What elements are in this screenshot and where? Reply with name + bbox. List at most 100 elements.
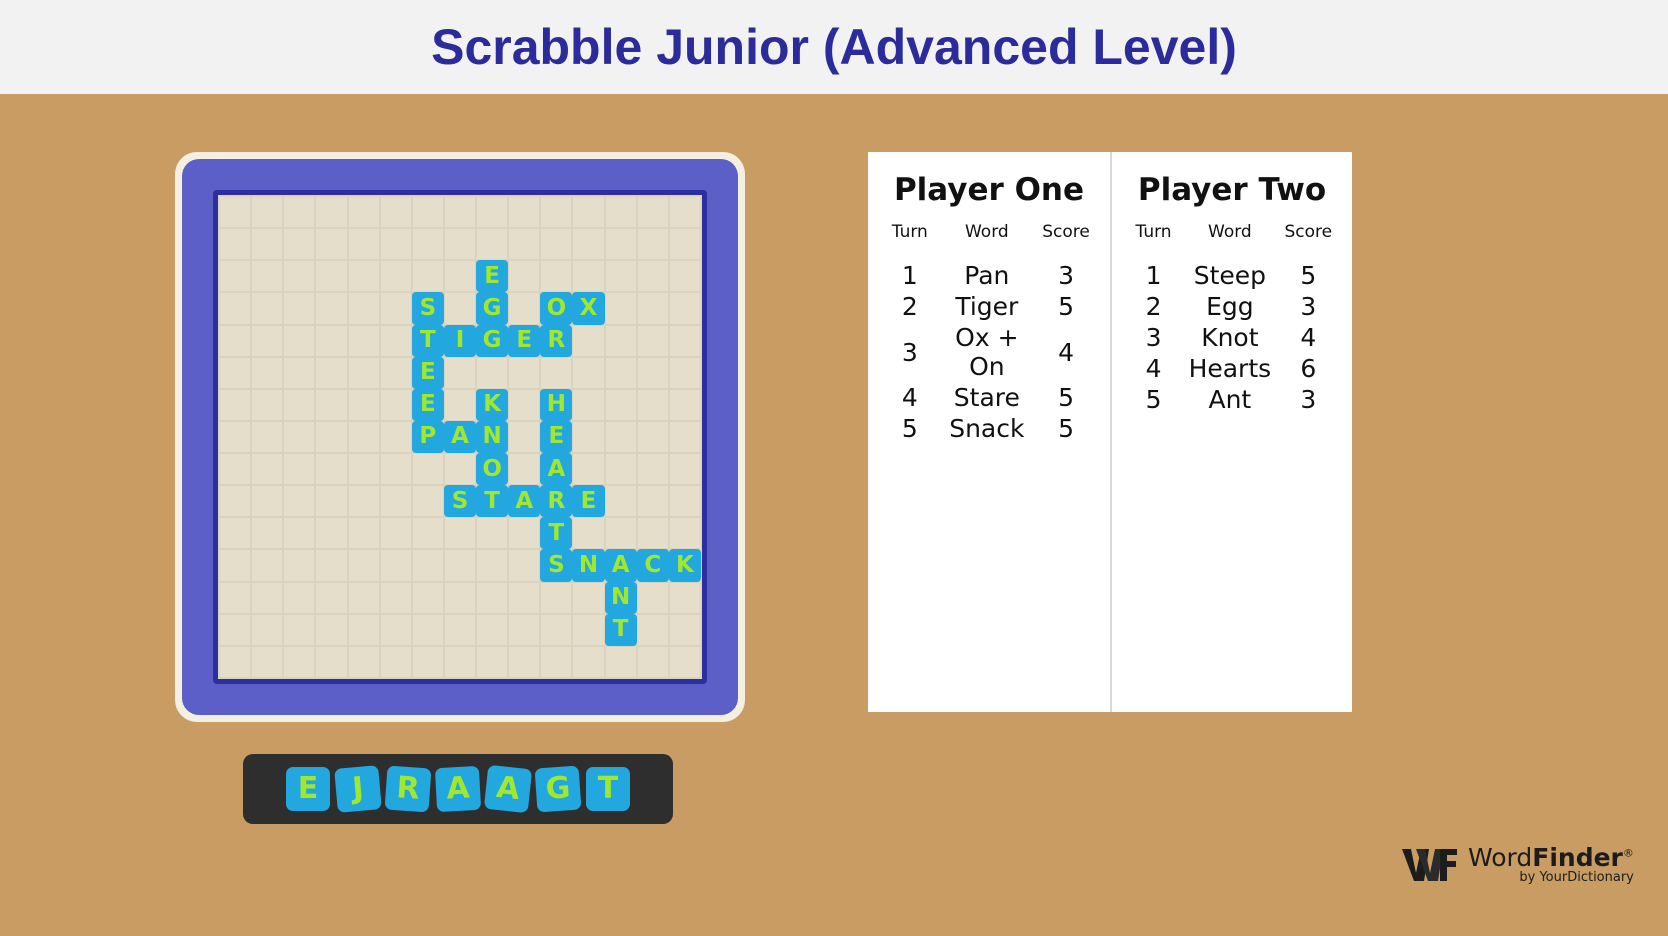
board-cell[interactable] — [573, 357, 604, 388]
board-cell[interactable] — [220, 454, 251, 485]
board-cell[interactable] — [348, 550, 379, 581]
board-cell[interactable] — [412, 229, 443, 260]
board-tile[interactable]: I — [443, 324, 477, 357]
board-cell[interactable] — [380, 454, 411, 485]
board-cell[interactable] — [509, 550, 540, 581]
board-tile[interactable]: O — [476, 453, 509, 486]
board-tile[interactable]: G — [476, 292, 509, 325]
board-cell[interactable] — [220, 550, 251, 581]
board-cell[interactable] — [284, 421, 315, 453]
board-cell[interactable] — [573, 582, 604, 613]
board-cell[interactable] — [380, 197, 411, 228]
board-cell[interactable] — [573, 325, 604, 356]
board-cell[interactable] — [605, 261, 636, 292]
board-cell[interactable] — [477, 229, 508, 260]
board-tile[interactable]: C — [636, 549, 669, 582]
board-cell[interactable]: E — [411, 356, 444, 389]
board-cell[interactable] — [252, 518, 283, 549]
board-cell[interactable]: I — [443, 324, 477, 357]
board-cell[interactable] — [637, 614, 668, 645]
board-cell[interactable] — [316, 582, 347, 613]
board-cell[interactable] — [220, 582, 251, 613]
board-cell[interactable]: N — [476, 420, 509, 454]
board-cell[interactable] — [348, 197, 379, 228]
board-cell[interactable]: E — [508, 324, 541, 357]
board-cell[interactable] — [252, 614, 283, 645]
board-cell[interactable] — [509, 582, 540, 613]
board-tile[interactable]: A — [604, 549, 637, 582]
board-cell[interactable] — [220, 325, 251, 356]
board-tile[interactable]: E — [572, 485, 605, 518]
tile-rack[interactable]: EJRAAGT — [243, 754, 673, 824]
board-cell[interactable] — [669, 486, 700, 517]
board-cell[interactable] — [509, 454, 540, 485]
board-cell[interactable] — [605, 518, 636, 549]
board-cell[interactable] — [412, 454, 443, 485]
board-cell[interactable] — [412, 486, 443, 517]
board-cell[interactable] — [509, 646, 540, 677]
board-cell[interactable] — [669, 646, 700, 677]
board-cell[interactable] — [412, 614, 443, 645]
board-cell[interactable] — [669, 454, 700, 485]
board-cell[interactable] — [509, 357, 540, 388]
board-cell[interactable] — [316, 518, 347, 549]
board-cell[interactable] — [412, 550, 443, 581]
board-tile[interactable]: N — [572, 549, 605, 582]
board-tile[interactable]: T — [476, 485, 509, 518]
board-cell[interactable] — [477, 518, 508, 549]
board-cell[interactable] — [444, 261, 476, 292]
rack-tile[interactable]: E — [286, 767, 330, 811]
board-cell[interactable] — [220, 486, 251, 517]
board-cell[interactable] — [573, 229, 604, 260]
board-tile[interactable]: K — [668, 549, 701, 582]
board-cell[interactable] — [573, 389, 604, 420]
board-cell[interactable] — [284, 197, 315, 228]
board-tile[interactable]: S — [443, 485, 477, 518]
board-cell[interactable] — [669, 389, 700, 420]
board-cell[interactable] — [316, 389, 347, 420]
board-cell[interactable] — [637, 582, 668, 613]
board-cell[interactable] — [573, 518, 604, 549]
board-cell[interactable]: E — [411, 388, 444, 421]
board-cell[interactable] — [573, 197, 604, 228]
board-cell[interactable] — [637, 454, 668, 485]
board-cell[interactable] — [444, 550, 476, 581]
board-cell[interactable] — [669, 518, 700, 549]
board-cell[interactable] — [284, 389, 315, 420]
board-cell[interactable] — [669, 421, 700, 453]
board-cell[interactable] — [412, 261, 443, 292]
rack-tile[interactable]: R — [384, 765, 432, 813]
board-tile[interactable]: R — [540, 324, 573, 357]
board-cell[interactable] — [637, 518, 668, 549]
board-cell[interactable] — [316, 486, 347, 517]
board-cell[interactable] — [444, 518, 476, 549]
board-cell[interactable] — [637, 389, 668, 420]
board-cell[interactable] — [573, 454, 604, 485]
board-tile[interactable]: A — [540, 453, 573, 486]
board-cell[interactable] — [541, 646, 572, 677]
board-cell[interactable] — [509, 229, 540, 260]
board-cell[interactable] — [669, 582, 700, 613]
rack-tile[interactable]: J — [334, 765, 382, 813]
board-tile[interactable]: G — [476, 324, 509, 357]
board-grid[interactable]: ESGOXTIGEREEKHPANEOASTARETSNACKNT — [218, 195, 702, 679]
board-cell[interactable] — [637, 293, 668, 324]
board-cell[interactable] — [284, 325, 315, 356]
board-tile[interactable]: E — [411, 356, 444, 389]
board-cell[interactable] — [669, 357, 700, 388]
board-tile[interactable]: T — [411, 324, 444, 357]
board-cell[interactable] — [220, 389, 251, 420]
board-cell[interactable] — [509, 518, 540, 549]
board-cell[interactable] — [509, 197, 540, 228]
board-cell[interactable]: A — [604, 549, 637, 582]
board-cell[interactable] — [348, 325, 379, 356]
board-cell[interactable] — [252, 550, 283, 581]
board-cell[interactable] — [380, 293, 411, 324]
board-cell[interactable]: K — [668, 549, 701, 582]
board-cell[interactable]: A — [443, 420, 477, 454]
board-tile[interactable]: R — [540, 485, 573, 518]
board-cell[interactable] — [252, 389, 283, 420]
board-cell[interactable] — [380, 550, 411, 581]
board-cell[interactable] — [605, 293, 636, 324]
board-cell[interactable] — [348, 454, 379, 485]
